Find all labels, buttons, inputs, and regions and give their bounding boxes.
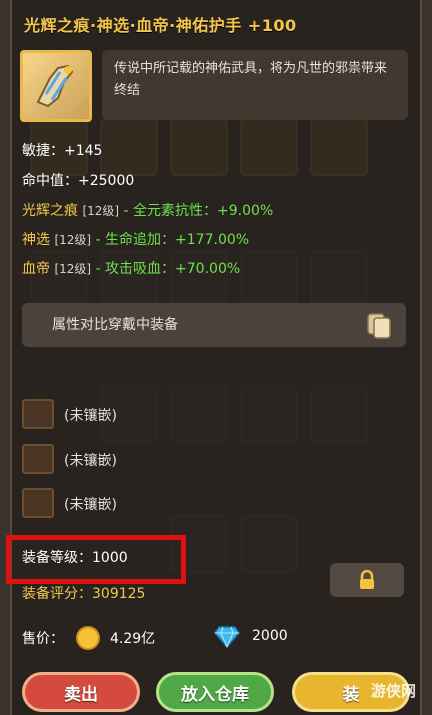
affix-row: 神选 [12级] - 生命追加：+177.00% xyxy=(22,229,249,249)
item-title: 光辉之痕·神选·血帝·神佑护手 +100 xyxy=(24,16,297,35)
equip-score: 装备评分：309125 xyxy=(22,586,146,602)
socket-label: (未镶嵌) xyxy=(64,453,117,469)
affix-separator: - xyxy=(119,203,134,219)
stat-accuracy: 命中值：+25000 xyxy=(22,173,135,189)
site-watermark: 游侠网 xyxy=(370,682,416,700)
affix-effect: 全元素抗性：+9.00% xyxy=(133,203,274,219)
item-description: 传说中所记载的神佑武具，将为凡世的邪祟带来终结 xyxy=(102,50,408,120)
affix-level: [12级] xyxy=(54,233,92,247)
affix-level: [12级] xyxy=(54,262,92,276)
price-label: 售价： xyxy=(22,631,64,647)
sell-button[interactable]: 卖出 xyxy=(22,672,140,712)
affix-separator: - xyxy=(91,232,106,248)
copy-icon xyxy=(367,313,391,339)
compare-label: 属性对比穿戴中装备 xyxy=(52,317,178,333)
store-in-warehouse-button[interactable]: 放入仓库 xyxy=(156,672,274,712)
diamond-icon xyxy=(214,626,240,648)
gauntlet-icon xyxy=(20,50,92,122)
price-diamonds: 2000 xyxy=(252,628,288,644)
affix-row: 光辉之痕 [12级] - 全元素抗性：+9.00% xyxy=(22,200,273,220)
price-gold: 4.29亿 xyxy=(110,631,156,647)
affix-name: 光辉之痕 xyxy=(22,203,78,219)
socket-label: (未镶嵌) xyxy=(64,408,117,424)
gem-socket[interactable] xyxy=(22,444,54,474)
gold-coin-icon xyxy=(76,626,100,650)
affix-row: 血帝 [12级] - 攻击吸血：+70.00% xyxy=(22,258,240,278)
gem-socket[interactable] xyxy=(22,399,54,429)
equip-level: 装备等级：1000 xyxy=(22,550,128,566)
socket-label: (未镶嵌) xyxy=(64,497,117,513)
lock-button[interactable] xyxy=(330,563,404,597)
affix-level: [12级] xyxy=(82,204,120,218)
affix-name: 神选 xyxy=(22,232,50,248)
affix-separator: - xyxy=(91,261,106,277)
affix-effect: 生命追加：+177.00% xyxy=(105,232,250,248)
affix-name: 血帝 xyxy=(22,261,50,277)
affix-effect: 攻击吸血：+70.00% xyxy=(105,261,241,277)
lock-icon xyxy=(360,570,374,589)
stat-agility: 敏捷：+145 xyxy=(22,143,103,159)
compare-equipped-button[interactable]: 属性对比穿戴中装备 xyxy=(22,303,406,347)
gem-socket[interactable] xyxy=(22,488,54,518)
